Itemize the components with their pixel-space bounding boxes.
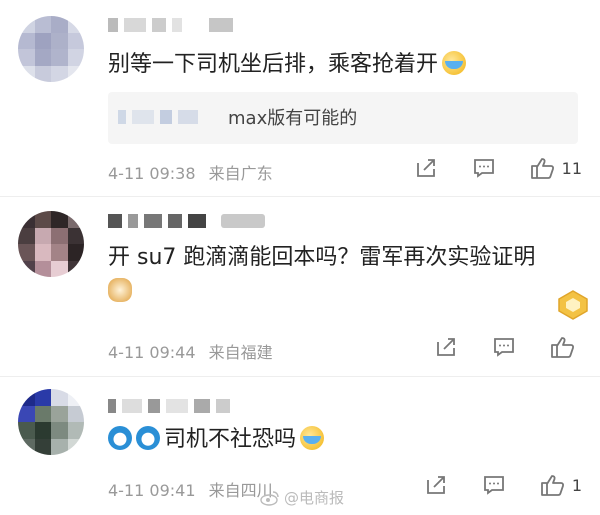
timestamp: 4-11 09:44 xyxy=(108,343,196,362)
gift-badge-icon[interactable] xyxy=(556,289,590,321)
comment-body: 别等一下司机坐后排，乘客抢着开 xyxy=(108,52,439,77)
comment-meta: 4-11 09:44 来自福建 xyxy=(108,339,273,363)
location: 来自福建 xyxy=(208,343,273,362)
share-button[interactable] xyxy=(434,335,458,359)
reply-button[interactable] xyxy=(492,335,516,359)
avatar[interactable] xyxy=(18,16,84,82)
member-badge xyxy=(221,213,266,228)
username[interactable] xyxy=(108,395,236,413)
comment-body: 开 su7 跑滴滴能回本吗？雷军再次实验证明 xyxy=(108,245,536,270)
comment-icon xyxy=(494,338,514,357)
timestamp: 4-11 09:38 xyxy=(108,164,196,183)
watermark-text: @电商报 xyxy=(284,489,345,507)
reply-text: max版有可能的 xyxy=(228,108,358,129)
location: 来自广东 xyxy=(208,164,273,183)
comment-actions: 1 xyxy=(390,473,582,497)
comment-text: 开 su7 跑滴滴能回本吗？雷军再次实验证明 xyxy=(108,241,535,309)
comment-actions: 11 xyxy=(380,156,582,180)
share-icon xyxy=(437,338,455,356)
like-button[interactable] xyxy=(550,335,582,359)
share-icon xyxy=(426,476,445,494)
share-button[interactable] xyxy=(414,156,438,180)
comment-meta: 4-11 09:41 来自四川 xyxy=(108,477,273,501)
timestamp: 4-11 09:41 xyxy=(108,481,196,500)
laugh-cry-icon xyxy=(442,51,467,75)
username[interactable] xyxy=(108,210,271,228)
avatar[interactable] xyxy=(18,389,84,455)
comment-meta: 4-11 09:38 来自广东 xyxy=(108,160,273,184)
comment-item: 别等一下司机坐后排，乘客抢着开 max版有可能的 4-11 09:38 来自广东… xyxy=(0,0,600,195)
doge-icon xyxy=(108,278,132,302)
like-button[interactable]: 1 xyxy=(540,473,582,497)
reply-preview[interactable]: max版有可能的 xyxy=(108,92,578,144)
watermark: @电商报 xyxy=(260,487,344,508)
avatar[interactable] xyxy=(18,211,84,277)
comment-item: 开 su7 跑滴滴能回本吗？雷军再次实验证明 4-11 09:44 来自福建 xyxy=(0,197,600,375)
comment-icon xyxy=(483,476,504,495)
share-icon xyxy=(416,159,435,177)
username[interactable] xyxy=(108,14,239,32)
comment-body: 司机不社恐吗 xyxy=(164,427,297,452)
like-button[interactable]: 11 xyxy=(530,156,582,180)
doraemon-icon xyxy=(136,426,160,450)
comment-text: 司机不社恐吗 xyxy=(108,423,325,457)
comment-actions xyxy=(400,335,582,359)
comment-text: 别等一下司机坐后排，乘客抢着开 xyxy=(108,48,467,82)
weibo-icon xyxy=(260,490,279,506)
doraemon-icon xyxy=(108,426,132,450)
cry-icon xyxy=(300,426,325,450)
like-count: 1 xyxy=(571,475,582,495)
like-count: 11 xyxy=(561,158,582,178)
comment-icon xyxy=(473,159,494,178)
share-button[interactable] xyxy=(424,473,448,497)
reply-button[interactable] xyxy=(472,156,496,180)
reply-button[interactable] xyxy=(482,473,506,497)
reply-username[interactable] xyxy=(118,109,204,128)
thumbs-up-icon xyxy=(551,337,575,358)
thumbs-up-icon xyxy=(540,475,564,496)
thumbs-up-icon xyxy=(530,158,554,179)
